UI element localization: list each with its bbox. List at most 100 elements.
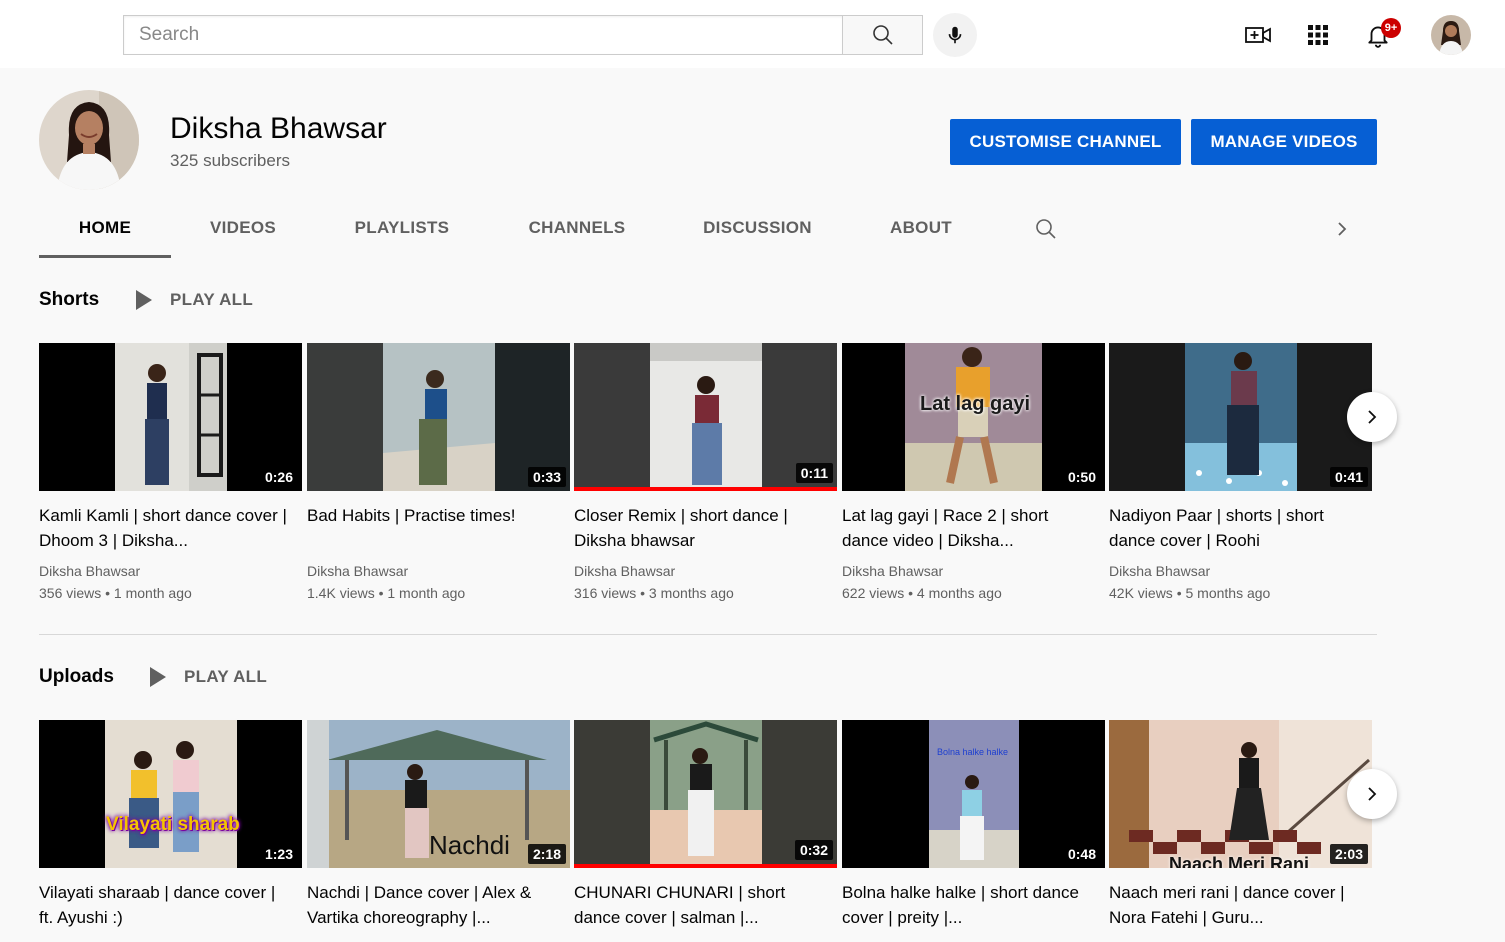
apps-grid-icon	[1308, 25, 1328, 45]
play-icon	[150, 667, 166, 687]
video-channel[interactable]: Diksha Bhawsar	[574, 560, 837, 582]
search-button[interactable]	[842, 15, 923, 55]
video-meta: 622 views • 4 months ago	[842, 585, 1002, 601]
video-card[interactable]: 0:32 CHUNARI CHUNARI | short dance cover…	[574, 720, 837, 930]
manage-videos-button[interactable]: MANAGE VIDEOS	[1191, 119, 1377, 165]
video-card[interactable]: Naach Meri Rani 2:03 Naach meri rani | d…	[1109, 720, 1372, 930]
channel-name: Diksha Bhawsar	[170, 112, 387, 145]
microphone-icon	[948, 26, 962, 44]
video-card[interactable]: 0:11 Closer Remix | short dance | Diksha…	[574, 343, 837, 604]
video-title[interactable]: Vilayati sharaab | dance cover | ft. Ayu…	[39, 880, 302, 930]
uploads-section-title: Uploads	[39, 666, 114, 687]
apps-button[interactable]	[1298, 15, 1338, 55]
create-button[interactable]	[1238, 15, 1278, 55]
section-divider	[39, 634, 1377, 635]
search-icon	[1036, 219, 1056, 239]
uploads-next-button[interactable]	[1347, 769, 1397, 819]
tab-playlists[interactable]: PLAYLISTS	[335, 208, 469, 258]
video-thumbnail[interactable]: 0:26	[39, 343, 302, 491]
channel-search-button[interactable]	[1031, 214, 1061, 244]
video-duration: 0:50	[1062, 467, 1101, 487]
video-meta: 356 views • 1 month ago	[39, 585, 192, 601]
video-thumbnail[interactable]: Naach Meri Rani 2:03	[1109, 720, 1372, 868]
video-thumbnail[interactable]: 0:41	[1109, 343, 1372, 491]
channel-tabs: HOME VIDEOS PLAYLISTS CHANNELS DISCUSSIO…	[0, 208, 1505, 258]
video-title[interactable]: Bad Habits | Practise times!	[307, 503, 570, 553]
video-title[interactable]: Kamli Kamli | short dance cover | Dhoom …	[39, 503, 302, 553]
video-card[interactable]: Bolna halke halke 0:48 Bolna halke halke…	[842, 720, 1105, 930]
video-duration: 1:23	[259, 844, 298, 864]
uploads-play-all-button[interactable]: PLAY ALL	[150, 667, 267, 687]
video-channel[interactable]: Diksha Bhawsar	[307, 560, 570, 582]
channel-avatar[interactable]	[39, 90, 139, 190]
video-duration: 0:26	[259, 467, 298, 487]
search-box[interactable]	[123, 15, 843, 55]
top-bar: 9+	[0, 0, 1505, 68]
tab-channels[interactable]: CHANNELS	[510, 208, 644, 258]
chevron-right-icon	[1368, 787, 1377, 801]
video-meta: 42K views • 5 months ago	[1109, 585, 1271, 601]
customise-channel-button[interactable]: CUSTOMISE CHANNEL	[950, 119, 1181, 165]
video-duration: 2:18	[527, 844, 566, 864]
play-all-label: PLAY ALL	[184, 667, 268, 686]
video-duration: 0:41	[1329, 467, 1368, 487]
shorts-next-button[interactable]	[1347, 392, 1397, 442]
video-meta: 1.4K views • 1 month ago	[307, 585, 466, 601]
video-duration: 0:48	[1062, 844, 1101, 864]
video-thumbnail[interactable]: Bolna halke halke 0:48	[842, 720, 1105, 868]
video-card[interactable]: Vilayati sharab 1:23 Vilayati sharaab | …	[39, 720, 302, 930]
account-avatar[interactable]	[1431, 15, 1471, 55]
video-duration: 0:33	[527, 467, 566, 487]
video-duration: 0:11	[795, 463, 833, 483]
thumbnail-caption: Lat lag gayi	[920, 393, 1031, 415]
video-title[interactable]: CHUNARI CHUNARI | short dance cover | sa…	[574, 880, 837, 930]
notification-badge: 9+	[1381, 18, 1401, 38]
thumbnail-caption: Nachdi	[429, 830, 510, 860]
shorts-play-all-button[interactable]: PLAY ALL	[136, 290, 253, 310]
voice-search-button[interactable]	[933, 13, 977, 57]
thumbnail-caption: Vilayati sharab	[106, 814, 240, 835]
video-channel[interactable]: Diksha Bhawsar	[39, 560, 302, 582]
video-title[interactable]: Lat lag gayi | Race 2 | short dance vide…	[842, 503, 1105, 553]
video-card[interactable]: 0:33 Bad Habits | Practise times! Diksha…	[307, 343, 570, 604]
tab-discussion[interactable]: DISCUSSION	[685, 208, 830, 258]
tabs-scroll-right-button[interactable]	[1327, 214, 1357, 244]
video-thumbnail[interactable]: Vilayati sharab 1:23	[39, 720, 302, 868]
video-thumbnail[interactable]: Lat lag gayi 0:50	[842, 343, 1105, 491]
watch-progress	[574, 487, 837, 491]
video-card[interactable]: Lat lag gayi 0:50 Lat lag gayi | Race 2 …	[842, 343, 1105, 604]
watch-progress	[574, 864, 837, 868]
channel-header: Diksha Bhawsar 325 subscribers CUSTOMISE…	[0, 68, 1505, 258]
video-thumbnail[interactable]: 0:11	[574, 343, 837, 491]
video-plus-icon	[1245, 27, 1271, 43]
video-thumbnail[interactable]: Nachdi 2:18	[307, 720, 570, 868]
thumbnail-caption: Naach Meri Rani	[1169, 854, 1310, 868]
video-title[interactable]: Nachdi | Dance cover | Alex & Vartika ch…	[307, 880, 570, 930]
video-title[interactable]: Bolna halke halke | short dance cover | …	[842, 880, 1105, 930]
video-duration: 2:03	[1329, 844, 1368, 864]
video-meta: 316 views • 3 months ago	[574, 585, 734, 601]
video-title[interactable]: Closer Remix | short dance | Diksha bhaw…	[574, 503, 837, 553]
video-thumbnail[interactable]: 0:33	[307, 343, 570, 491]
video-card[interactable]: Nachdi 2:18 Nachdi | Dance cover | Alex …	[307, 720, 570, 930]
search-icon	[872, 25, 893, 45]
tab-home[interactable]: HOME	[39, 208, 171, 258]
video-channel[interactable]: Diksha Bhawsar	[1109, 560, 1372, 582]
video-title[interactable]: Naach meri rani | dance cover | Nora Fat…	[1109, 880, 1372, 930]
video-thumbnail[interactable]: 0:32	[574, 720, 837, 868]
search-input[interactable]	[124, 16, 843, 54]
chevron-right-icon	[1338, 222, 1347, 236]
video-card[interactable]: 0:41 Nadiyon Paar | shorts | short dance…	[1109, 343, 1372, 604]
tab-about[interactable]: ABOUT	[870, 208, 972, 258]
play-all-label: PLAY ALL	[170, 290, 254, 309]
video-channel[interactable]: Diksha Bhawsar	[842, 560, 1105, 582]
chevron-right-icon	[1368, 410, 1377, 424]
thumbnail-caption: Bolna halke halke	[937, 747, 1009, 757]
subscriber-count: 325 subscribers	[170, 151, 291, 170]
video-duration: 0:32	[794, 840, 833, 860]
play-icon	[136, 290, 152, 310]
video-card[interactable]: 0:26 Kamli Kamli | short dance cover | D…	[39, 343, 302, 604]
tab-videos[interactable]: VIDEOS	[186, 208, 300, 258]
shorts-section-title: Shorts	[39, 289, 100, 310]
video-title[interactable]: Nadiyon Paar | shorts | short dance cove…	[1109, 503, 1372, 553]
